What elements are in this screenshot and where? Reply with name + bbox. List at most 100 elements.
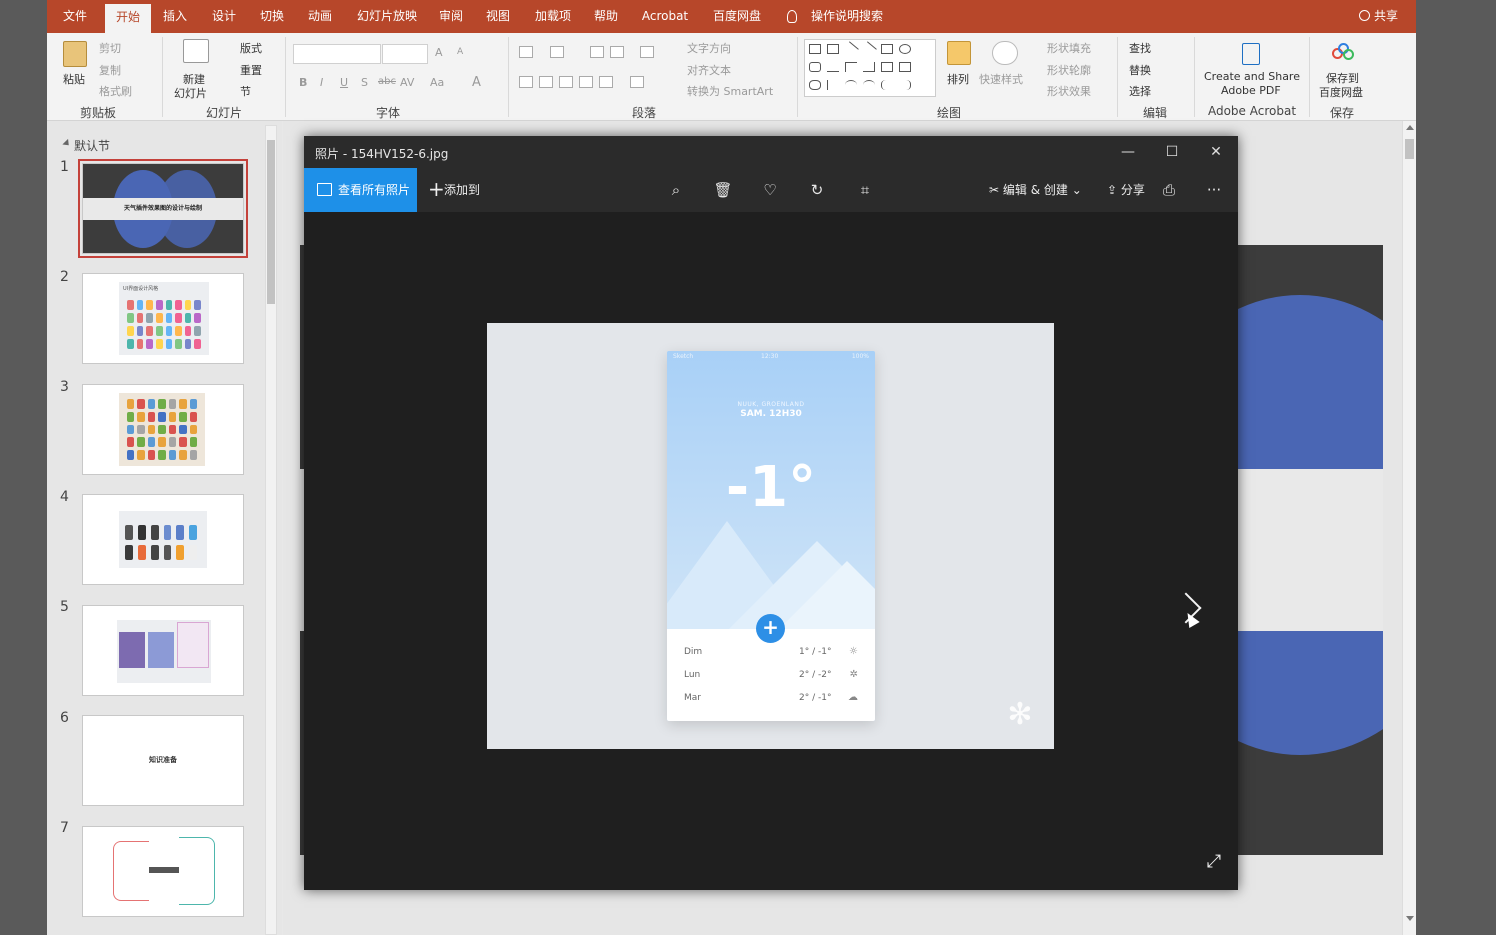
scroll-up-icon[interactable] [1406,125,1414,130]
font-size-select[interactable] [382,44,428,64]
format-painter-button[interactable]: 格式刷 [99,83,132,99]
numbering-icon[interactable] [550,46,564,58]
edit-create-button[interactable]: ✂ 编辑 & 创建 ⌄ [989,168,1082,212]
align-left-icon[interactable] [519,76,533,88]
arrow-line-shape-icon[interactable] [861,41,877,57]
share-button[interactable]: 共享 [1359,0,1398,33]
align-right-icon[interactable] [559,76,573,88]
justify-icon[interactable] [579,76,593,88]
find-button[interactable]: 查找 [1129,40,1151,56]
textbox-shape-icon[interactable] [809,44,821,54]
thumbnail-scrollbar[interactable] [265,125,277,935]
favorite-icon[interactable]: ♡ [760,180,780,200]
elbow-connector-shape-icon[interactable] [845,62,857,72]
grow-font-button[interactable]: A [435,46,443,59]
triangle-shape-icon[interactable] [827,62,839,72]
shape-fill-button[interactable]: 形状填充 [1047,40,1091,56]
bullets-icon[interactable] [519,46,533,58]
elbow-arrow-shape-icon[interactable] [863,62,875,72]
strikethrough-button[interactable]: abc [378,76,396,87]
shadow-button[interactable]: S [361,76,368,89]
tab-animations[interactable]: 动画 [300,0,340,33]
italic-button[interactable]: I [320,76,323,89]
scrollbar-thumb[interactable] [267,140,275,304]
rotate-icon[interactable]: ↻ [807,180,827,200]
delete-icon[interactable]: 🗑 [713,180,733,200]
vertical-textbox-shape-icon[interactable] [827,44,839,54]
fullscreen-icon[interactable]: ⤢ [1204,852,1224,872]
create-pdf-button-line2[interactable]: Adobe PDF [1221,84,1281,97]
scribble-shape-icon[interactable] [827,80,839,90]
close-icon[interactable]: ✕ [1194,136,1238,168]
down-arrow-shape-icon[interactable] [899,62,911,72]
section-header[interactable]: 默认节 [74,137,110,154]
text-direction-button[interactable]: 文字方向 [687,40,731,56]
left-brace-shape-icon[interactable] [881,80,893,90]
zoom-icon[interactable]: ⌕ [666,180,686,200]
oval-shape-icon[interactable] [899,44,911,54]
tab-acrobat[interactable]: Acrobat [635,0,695,33]
columns-icon[interactable] [630,76,644,88]
tab-baidu[interactable]: 百度网盘 [707,0,767,33]
distributed-icon[interactable] [599,76,613,88]
section-button[interactable]: 节 [240,83,251,99]
save-to-baidu-button-line2[interactable]: 百度网盘 [1319,84,1363,100]
shapes-gallery[interactable] [804,39,936,97]
freeform-shape-icon[interactable] [809,80,821,90]
tab-transitions[interactable]: 切换 [252,0,292,33]
view-all-photos-button[interactable]: 查看所有照片 [304,168,417,212]
minimize-icon[interactable]: — [1106,136,1150,168]
select-button[interactable]: 选择 [1129,83,1151,99]
align-text-button[interactable]: 对齐文本 [687,62,731,78]
layout-button[interactable]: 版式 [240,40,262,56]
line-spacing-icon[interactable] [640,46,654,58]
curve-shape-icon[interactable] [863,80,875,90]
right-brace-shape-icon[interactable] [899,80,911,90]
arrange-button[interactable]: 排列 [947,71,969,87]
slide-thumbnail-1[interactable]: 天气插件效果图的设计与绘制 [78,159,248,258]
tab-design[interactable]: 设计 [204,0,244,33]
bold-button[interactable]: B [299,76,307,89]
displayed-photo[interactable]: Sketch 12:30 100% NUUK, GROENLAND SAM. 1… [487,323,1054,749]
rectangle-shape-icon[interactable] [881,44,893,54]
add-to-button[interactable]: 添加到 [428,167,480,212]
right-arrow-shape-icon[interactable] [881,62,893,72]
arc-shape-icon[interactable] [845,80,857,90]
tab-addins[interactable]: 加载项 [529,0,577,33]
shrink-font-button[interactable]: A [457,47,463,57]
create-pdf-button[interactable]: Create and Share [1204,70,1300,83]
reset-button[interactable]: 重置 [240,62,262,78]
tab-insert[interactable]: 插入 [155,0,195,33]
increase-indent-icon[interactable] [610,46,624,58]
char-spacing-button[interactable]: AV [400,76,414,89]
change-case-button[interactable]: Aa [430,76,444,89]
slide-thumbnail-5[interactable] [82,605,244,696]
tab-slideshow[interactable]: 幻灯片放映 [352,0,422,33]
tab-file[interactable]: 文件 [55,0,95,33]
copy-button[interactable]: 复制 [99,62,121,78]
slide-thumbnail-6[interactable]: 知识准备 [82,715,244,806]
tab-help[interactable]: 帮助 [586,0,626,33]
tell-me-search[interactable]: 操作说明搜索 [807,0,887,33]
font-family-select[interactable] [293,44,381,64]
scrollbar-thumb[interactable] [1405,139,1414,159]
slide-thumbnail-4[interactable] [82,494,244,585]
quick-styles-button[interactable]: 快速样式 [979,71,1023,87]
cut-button[interactable]: 剪切 [99,40,121,56]
paste-button[interactable]: 粘贴 [63,71,85,87]
crop-icon[interactable]: ⌗ [855,180,875,200]
convert-smartart-button[interactable]: 转换为 SmartArt [687,83,773,99]
slide-thumbnail-2[interactable]: UI界面设计风格 [82,273,244,364]
new-slide-button-line2[interactable]: 幻灯片 [174,85,207,101]
share-button[interactable]: ⇪ 分享 [1107,168,1145,212]
underline-button[interactable]: U [340,76,348,89]
tab-review[interactable]: 审阅 [431,0,471,33]
tab-view[interactable]: 视图 [478,0,518,33]
align-center-icon[interactable] [539,76,553,88]
scroll-down-icon[interactable] [1406,916,1414,921]
shape-outline-button[interactable]: 形状轮廓 [1047,62,1091,78]
line-shape-icon[interactable] [843,41,859,57]
slide-vertical-scrollbar[interactable] [1402,121,1416,935]
replace-button[interactable]: 替换 [1129,62,1151,78]
decrease-indent-icon[interactable] [590,46,604,58]
